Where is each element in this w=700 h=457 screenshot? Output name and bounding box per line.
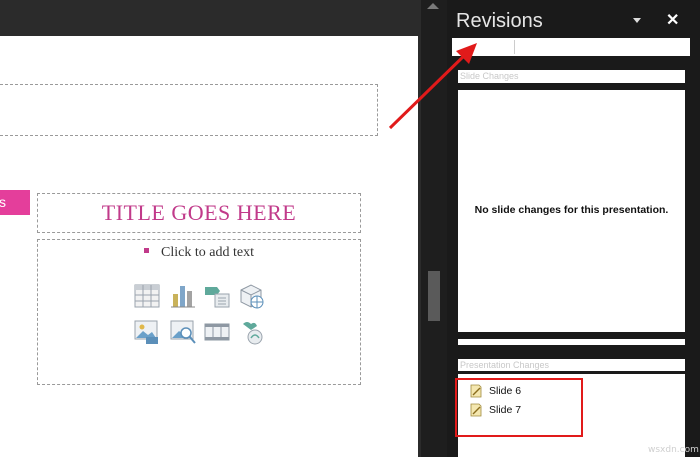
annotation-arrow-icon <box>388 43 477 130</box>
slide-changes-header: Slide Changes <box>458 70 685 83</box>
chevron-down-icon[interactable] <box>633 18 641 23</box>
content-prompt-text: Click to add text <box>161 245 254 260</box>
pink-label-strip: s <box>0 190 30 215</box>
annotation-highlight-box <box>455 378 583 437</box>
watermark: wsxdn.com <box>648 445 699 455</box>
insert-icon-grid <box>133 282 273 350</box>
picture-icon[interactable] <box>133 318 161 346</box>
slide-changes-panel: No slide changes for this presentation. <box>458 90 685 332</box>
close-icon[interactable]: ✕ <box>666 10 679 30</box>
scroll-up-arrow-icon[interactable] <box>427 3 439 9</box>
presentation-changes-divider <box>458 339 685 345</box>
tab-separator <box>514 40 515 54</box>
smartart-icon[interactable] <box>203 282 231 310</box>
bullet-icon <box>144 248 150 254</box>
layout-content-placeholder[interactable]: Click to add text <box>37 239 361 385</box>
icons-insert-icon[interactable] <box>237 318 265 346</box>
content-prompt[interactable]: Click to add text <box>38 245 360 261</box>
chart-icon[interactable] <box>169 282 197 310</box>
video-icon[interactable] <box>203 318 231 346</box>
scrollbar-thumb[interactable] <box>428 271 440 321</box>
table-icon[interactable] <box>133 282 161 310</box>
online-image-icon[interactable] <box>169 318 197 346</box>
presentation-changes-header: Presentation Changes <box>458 359 685 371</box>
layout-title-placeholder[interactable]: TITLE GOES HERE <box>37 193 361 233</box>
no-changes-message: No slide changes for this presentation. <box>474 204 669 216</box>
online-picture-icon[interactable] <box>237 282 265 310</box>
slide-title-placeholder[interactable] <box>0 84 378 136</box>
